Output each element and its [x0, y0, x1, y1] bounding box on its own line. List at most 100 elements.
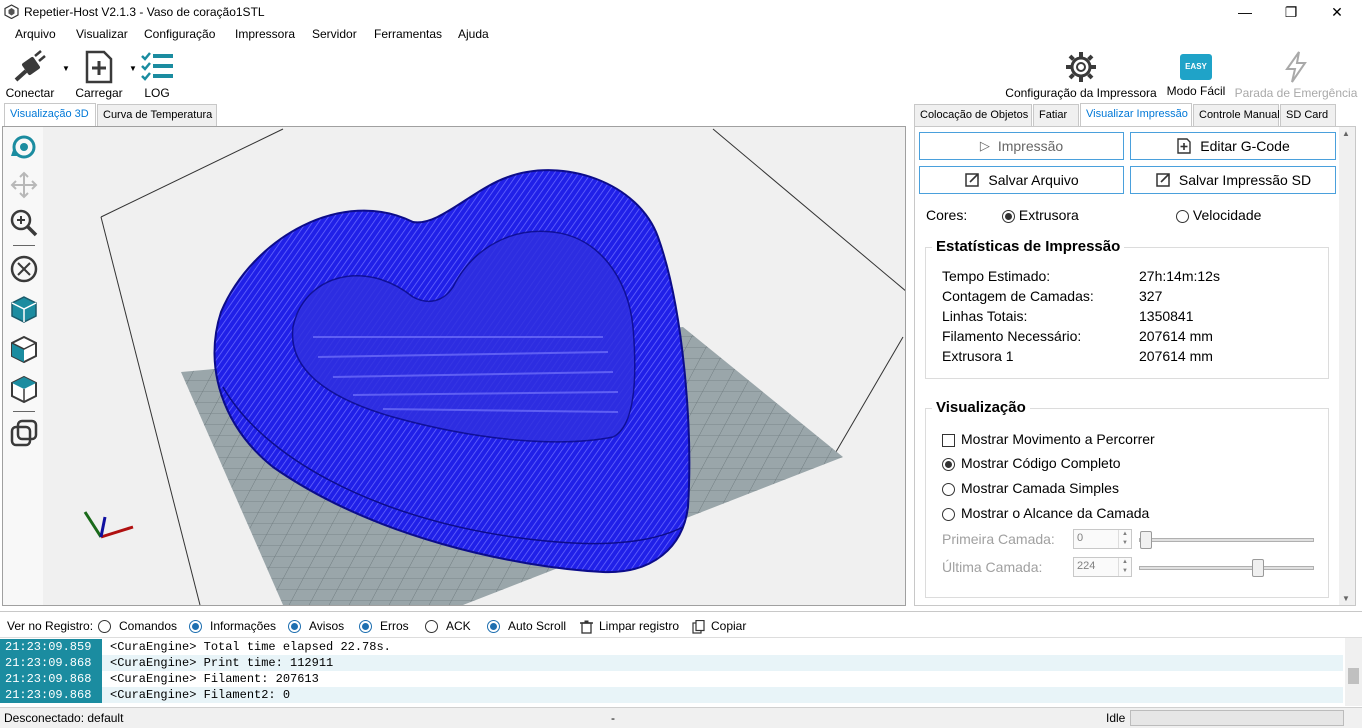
log-message: <CuraEngine> Total time elapsed 22.78s. — [110, 640, 391, 654]
log-row: 21:23:09.868 <CuraEngine> Print time: 112… — [0, 655, 1343, 671]
stat-value: 327 — [1139, 288, 1163, 304]
stat-label: Linhas Totais: — [942, 308, 1028, 324]
show-travel-checkbox[interactable]: Mostrar Movimento a Percorrer — [942, 431, 1155, 447]
first-layer-label: Primeira Camada: — [942, 531, 1055, 547]
log-filter-label: Ver no Registro: — [7, 619, 94, 633]
show-layer-range-radio[interactable]: Mostrar o Alcance da Camada — [942, 505, 1149, 521]
log-scrollbar[interactable] — [1345, 638, 1362, 706]
edit-gcode-button[interactable]: Editar G-Code — [1130, 132, 1336, 160]
menu-ferramentas[interactable]: Ferramentas — [374, 27, 442, 41]
zoom-view-icon[interactable] — [8, 207, 40, 239]
rotate-view-icon[interactable] — [8, 131, 40, 163]
tab-object-placement[interactable]: Colocação de Objetos — [914, 104, 1032, 126]
load-button[interactable]: Carregar ▼ — [74, 46, 137, 100]
first-layer-slider[interactable] — [1139, 531, 1314, 549]
stat-label: Filamento Necessário: — [942, 328, 1082, 344]
parallel-projection-icon[interactable] — [8, 417, 40, 449]
log-message: <CuraEngine> Filament2: 0 — [110, 688, 291, 702]
log-panel[interactable]: 21:23:09.859 <CuraEngine> Total time elap… — [0, 637, 1362, 706]
log-timestamp: 21:23:09.868 — [0, 655, 102, 671]
log-warnings-toggle[interactable]: Avisos — [288, 619, 344, 634]
chevron-down-icon[interactable]: ▼ — [62, 64, 70, 73]
log-row: 21:23:09.868 <CuraEngine> Filament2: 0 — [0, 687, 1343, 703]
3d-viewport[interactable] — [2, 126, 906, 606]
last-layer-slider[interactable] — [1139, 559, 1314, 577]
show-single-layer-radio[interactable]: Mostrar Camada Simples — [942, 480, 1119, 496]
connect-label: Conectar — [5, 86, 55, 100]
checklist-icon — [141, 52, 173, 81]
axis-gizmo — [83, 511, 134, 539]
tab-manual-control[interactable]: Controle Manual — [1193, 104, 1280, 126]
log-label: LOG — [144, 86, 170, 100]
menu-visualizar[interactable]: Visualizar — [76, 27, 128, 41]
last-layer-slider-thumb[interactable] — [1251, 559, 1264, 577]
first-layer-slider-thumb[interactable] — [1140, 531, 1152, 549]
visualization-group: Visualização Mostrar Movimento a Percorr… — [925, 399, 1329, 598]
log-timestamp: 21:23:09.859 — [0, 639, 102, 655]
play-icon: ▷ — [979, 138, 990, 153]
show-complete-radio[interactable]: Mostrar Código Completo — [942, 455, 1121, 471]
tab-temperature-curve[interactable]: Curva de Temperatura — [97, 104, 217, 126]
log-info-toggle[interactable]: Informações — [189, 619, 276, 634]
title-bar: Repetier-Host V2.1.3 - Vaso de coração1S… — [0, 0, 1362, 24]
clear-log-button[interactable]: Limpar registro — [580, 619, 679, 634]
log-row: 21:23:09.859 <CuraEngine> Total time elap… — [0, 639, 1343, 655]
load-label: Carregar — [75, 86, 123, 100]
first-layer-spinner[interactable]: 0 ▲ ▼ — [1073, 529, 1132, 549]
stat-value: 207614 mm — [1139, 348, 1213, 364]
minimize-button[interactable]: — — [1222, 0, 1268, 24]
close-button[interactable]: ✕ — [1314, 0, 1360, 24]
log-timestamp: 21:23:09.868 — [0, 687, 102, 703]
menu-impressora[interactable]: Impressora — [235, 27, 295, 41]
connect-button[interactable]: Conectar ▼ — [4, 46, 70, 100]
stat-label: Extrusora 1 — [942, 348, 1014, 364]
color-by-extruder-radio[interactable]: Extrusora — [1002, 207, 1079, 223]
log-autoscroll-toggle[interactable]: Auto Scroll — [487, 619, 566, 634]
edit-gcode-label: Editar G-Code — [1200, 138, 1290, 154]
export-icon — [965, 173, 980, 187]
menu-arquivo[interactable]: Arquivo — [15, 27, 56, 41]
save-file-label: Salvar Arquivo — [988, 172, 1079, 188]
repetier-app-icon — [4, 4, 19, 19]
log-ack-toggle[interactable]: ACK — [425, 619, 471, 634]
tool-divider — [13, 411, 35, 412]
log-message: <CuraEngine> Filament: 207613 — [110, 672, 319, 686]
easy-mode-icon: EASY — [1180, 54, 1212, 80]
log-errors-toggle[interactable]: Erros — [359, 619, 409, 634]
isometric-view-icon[interactable] — [8, 293, 40, 325]
add-file-icon — [85, 50, 113, 84]
menu-servidor[interactable]: Servidor — [312, 27, 357, 41]
tab-print-preview[interactable]: Visualizar Impressão — [1080, 103, 1192, 126]
log-scrollbar-thumb[interactable] — [1348, 668, 1359, 684]
tab-sd-card[interactable]: SD Card — [1280, 104, 1336, 126]
toolbar: Conectar ▼ Carregar ▼ LOG Configuração d… — [0, 46, 1362, 100]
menu-configuracao[interactable]: Configuração — [144, 27, 215, 41]
printer-config-button[interactable]: Configuração da Impressora — [1004, 46, 1158, 100]
tab-slicer[interactable]: Fatiar — [1033, 104, 1079, 126]
move-view-icon[interactable] — [8, 169, 40, 201]
copy-log-button[interactable]: Copiar — [692, 619, 746, 634]
panel-scrollbar[interactable]: ▲ ▼ — [1339, 127, 1355, 605]
log-button[interactable]: LOG — [138, 46, 176, 100]
status-bar: Desconectado: default - Idle — [0, 707, 1362, 728]
tab-3d-view[interactable]: Visualização 3D — [4, 103, 96, 126]
log-commands-toggle[interactable]: Comandos — [98, 619, 177, 634]
front-view-icon[interactable] — [8, 333, 40, 365]
color-by-speed-radio[interactable]: Velocidade — [1176, 207, 1261, 223]
scroll-down-icon[interactable]: ▼ — [1342, 594, 1350, 603]
save-sd-button[interactable]: Salvar Impressão SD — [1130, 166, 1336, 194]
last-layer-spinner[interactable]: 224 ▲ ▼ — [1073, 557, 1132, 577]
menu-ajuda[interactable]: Ajuda — [458, 27, 489, 41]
easy-mode-button[interactable]: EASY Modo Fácil — [1163, 46, 1229, 100]
save-file-button[interactable]: Salvar Arquivo — [919, 166, 1124, 194]
print-button[interactable]: ▷ Impressão — [919, 132, 1124, 160]
print-stats-title: Estatísticas de Impressão — [932, 238, 1125, 255]
fit-objects-icon[interactable] — [8, 253, 40, 285]
log-timestamp: 21:23:09.868 — [0, 671, 102, 687]
stat-value: 1350841 — [1139, 308, 1194, 324]
scroll-up-icon[interactable]: ▲ — [1342, 129, 1350, 138]
top-view-icon[interactable] — [8, 373, 40, 405]
emergency-stop-button[interactable]: Parada de Emergência — [1234, 46, 1358, 100]
maximize-button[interactable]: ❐ — [1268, 0, 1314, 24]
chevron-down-icon[interactable]: ▼ — [129, 64, 137, 73]
